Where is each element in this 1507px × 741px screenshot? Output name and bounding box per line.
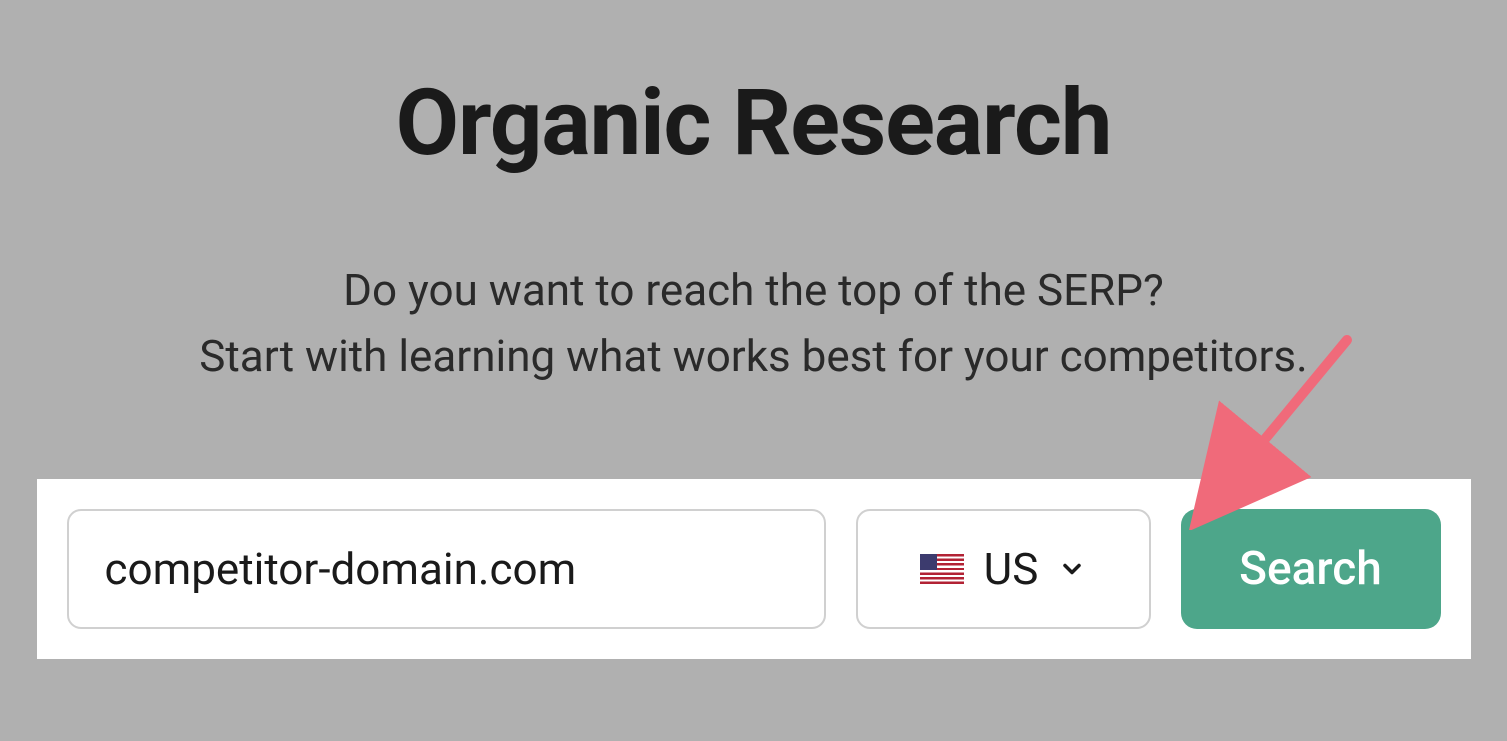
country-label: US (984, 543, 1039, 595)
page-title: Organic Research (396, 70, 1112, 177)
us-flag-icon (920, 554, 964, 584)
subtitle-line-2: Start with learning what works best for … (40, 323, 1467, 389)
search-bar: US Search (37, 479, 1471, 659)
domain-input[interactable] (67, 509, 826, 629)
subtitle-line-1: Do you want to reach the top of the SERP… (40, 257, 1467, 323)
search-button[interactable]: Search (1181, 509, 1441, 629)
main-container: Organic Research Do you want to reach th… (0, 0, 1507, 699)
page-subtitle: Do you want to reach the top of the SERP… (40, 257, 1467, 389)
chevron-down-icon (1058, 555, 1086, 583)
country-select[interactable]: US (856, 509, 1151, 629)
